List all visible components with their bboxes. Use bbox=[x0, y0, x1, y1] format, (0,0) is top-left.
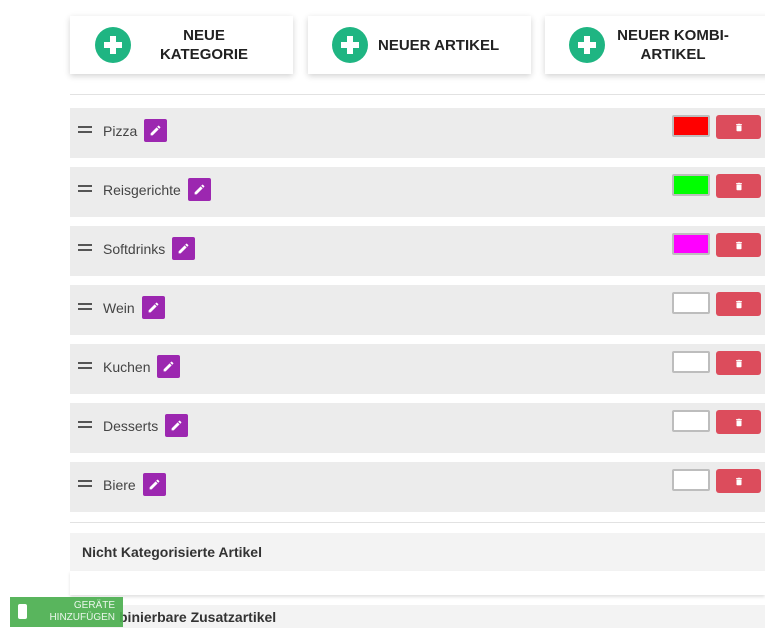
add-device-label-line2: HINZUFÜGEN bbox=[49, 612, 115, 623]
category-color-swatch[interactable] bbox=[672, 469, 710, 491]
delete-category-button[interactable] bbox=[716, 174, 761, 198]
category-row: Desserts bbox=[70, 403, 765, 453]
uncategorized-section-body bbox=[70, 571, 765, 595]
new-combo-article-button[interactable]: NEUER KOMBI- ARTIKEL bbox=[545, 16, 765, 74]
category-name: Pizza bbox=[103, 122, 138, 139]
category-name: Kuchen bbox=[103, 358, 151, 375]
category-color-swatch[interactable] bbox=[672, 292, 710, 314]
plus-circle-icon bbox=[95, 27, 131, 63]
combinable-section-header[interactable]: binierbare Zusatzartikel bbox=[70, 605, 765, 628]
category-name: Reisgerichte bbox=[103, 181, 181, 198]
pencil-icon[interactable] bbox=[141, 296, 165, 319]
new-combo-article-label: NEUER KOMBI- ARTIKEL bbox=[613, 26, 733, 64]
new-category-label: NEUE KATEGORIE bbox=[139, 26, 269, 64]
category-color-swatch[interactable] bbox=[672, 115, 710, 137]
divider bbox=[70, 522, 765, 523]
new-category-label-line1: NEUE bbox=[183, 27, 225, 44]
category-row: Wein bbox=[70, 285, 765, 335]
delete-category-button[interactable] bbox=[716, 469, 761, 493]
trash-icon bbox=[735, 300, 742, 308]
pencil-icon[interactable] bbox=[157, 355, 181, 378]
new-article-label: NEUER ARTIKEL bbox=[378, 36, 500, 54]
category-name-wrap: Desserts bbox=[103, 414, 189, 437]
new-combo-label-line2: ARTIKEL bbox=[640, 46, 706, 63]
category-name-wrap: Pizza bbox=[103, 119, 168, 142]
trash-icon bbox=[735, 359, 742, 367]
trash-icon bbox=[735, 418, 742, 426]
add-device-button[interactable]: GERÄTE HINZUFÜGEN bbox=[10, 597, 123, 627]
delete-category-button[interactable] bbox=[716, 292, 761, 316]
phone-icon bbox=[18, 604, 27, 619]
pencil-icon[interactable] bbox=[165, 414, 189, 437]
pencil-icon[interactable] bbox=[172, 237, 196, 260]
category-row: Kuchen bbox=[70, 344, 765, 394]
category-name-wrap: Kuchen bbox=[103, 355, 181, 378]
uncategorized-section-header[interactable]: Nicht Kategorisierte Artikel bbox=[70, 533, 765, 571]
category-name: Desserts bbox=[103, 417, 159, 434]
delete-category-button[interactable] bbox=[716, 410, 761, 434]
add-device-label-line1: GERÄTE bbox=[73, 600, 115, 611]
category-row: Biere bbox=[70, 462, 765, 512]
category-name-wrap: Biere bbox=[103, 473, 166, 496]
category-name-wrap: Softdrinks bbox=[103, 237, 196, 260]
category-name-wrap: Reisgerichte bbox=[103, 178, 211, 201]
category-name-wrap: Wein bbox=[103, 296, 165, 319]
drag-handle-icon[interactable] bbox=[78, 126, 92, 134]
new-category-label-line2: KATEGORIE bbox=[159, 46, 249, 63]
plus-circle-icon bbox=[569, 27, 605, 63]
category-name: Wein bbox=[103, 299, 135, 316]
category-color-swatch[interactable] bbox=[672, 410, 710, 432]
drag-handle-icon[interactable] bbox=[78, 421, 92, 429]
category-name: Biere bbox=[103, 476, 136, 493]
drag-handle-icon[interactable] bbox=[78, 303, 92, 311]
delete-category-button[interactable] bbox=[716, 233, 761, 257]
pencil-icon[interactable] bbox=[144, 119, 168, 142]
category-color-swatch[interactable] bbox=[672, 233, 710, 255]
drag-handle-icon[interactable] bbox=[78, 185, 92, 193]
category-row: Pizza bbox=[70, 108, 765, 158]
trash-icon bbox=[735, 477, 742, 485]
pencil-icon[interactable] bbox=[142, 473, 166, 496]
trash-icon bbox=[735, 182, 742, 190]
drag-handle-icon[interactable] bbox=[78, 362, 92, 370]
plus-circle-icon bbox=[332, 27, 368, 63]
new-combo-label-line1: NEUER KOMBI- bbox=[617, 27, 729, 44]
new-category-button[interactable]: NEUE KATEGORIE bbox=[70, 16, 293, 74]
divider bbox=[70, 94, 765, 95]
drag-handle-icon[interactable] bbox=[78, 244, 92, 252]
drag-handle-icon[interactable] bbox=[78, 480, 92, 488]
category-row: Reisgerichte bbox=[70, 167, 765, 217]
category-color-swatch[interactable] bbox=[672, 174, 710, 196]
delete-category-button[interactable] bbox=[716, 351, 761, 375]
delete-category-button[interactable] bbox=[716, 115, 761, 139]
pencil-icon[interactable] bbox=[187, 178, 211, 201]
trash-icon bbox=[735, 123, 742, 131]
category-name: Softdrinks bbox=[103, 240, 166, 257]
trash-icon bbox=[735, 241, 742, 249]
category-row: Softdrinks bbox=[70, 226, 765, 276]
new-article-button[interactable]: NEUER ARTIKEL bbox=[308, 16, 531, 74]
category-color-swatch[interactable] bbox=[672, 351, 710, 373]
